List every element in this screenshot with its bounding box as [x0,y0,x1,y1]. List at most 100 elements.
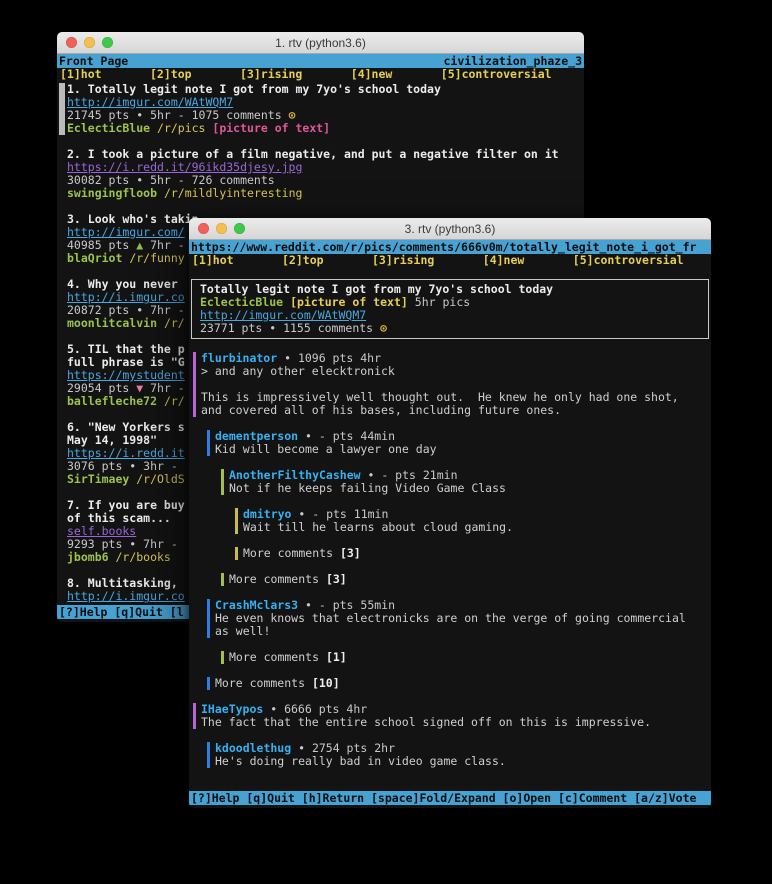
comment-body-line: He even knows that electronicks are on t… [207,612,711,625]
comment-body-line: > and any other elecktronick [193,365,711,378]
comment-author[interactable]: kdoodlethug [215,742,291,755]
post-text-link[interactable]: https://i.redd.it [67,447,185,460]
submission-author[interactable]: EclecticBlue [200,296,283,309]
post-text-link[interactable]: http://i.imgur.co [67,291,185,304]
window3-titlebar[interactable]: 3. rtv (python3.6) [189,218,711,240]
sort-tabs[interactable]: [1]hot [2]top [3]rising [4]new [5]contro… [189,254,711,267]
post-author[interactable]: moonlitcalvin [67,317,157,330]
submission-box[interactable]: Totally legit note I got from my 7yo's s… [191,279,709,339]
subreddit-link[interactable]: /r/mildlyinteresting [157,187,302,200]
subreddit-link[interactable]: /r/books [109,551,171,564]
subreddit-link[interactable]: /r/ [157,395,185,408]
post-author[interactable]: SirTimaey [67,473,129,486]
post-text-meta: 20872 pts • 7hr - [67,304,192,317]
post-tagline[interactable]: EclecticBlue /r/pics [picture of text] [57,122,584,135]
submission-link[interactable]: http://imgur.com/WAtWQM7 [200,309,366,322]
post-author[interactable]: swingingfloob [67,187,157,200]
comment-author[interactable]: dementperson [215,430,298,443]
comment-author[interactable]: flurbinator [201,352,277,365]
window3-title: 3. rtv (python3.6) [405,222,496,236]
spacer [189,534,711,547]
comment-body-line: This is impressively well thought out. H… [193,391,711,404]
post-text-title: 1. Totally legit note I got from my 7yo'… [67,83,441,96]
spacer [189,417,711,430]
comment-meta: • - pts 44min [298,430,395,443]
post-author[interactable]: blaQriot [67,252,122,265]
post-author[interactable]: jbomb6 [67,551,109,564]
comment-header[interactable]: kdoodlethug • 2754 pts 2hr [207,742,711,755]
comment-body-line: Wait till he learns about cloud gaming. [235,521,711,534]
comment-author[interactable]: IHaeTypos [201,703,263,716]
subreddit-link[interactable]: /r/OldS [129,473,184,486]
more-comments[interactable]: More comments [10] [207,677,711,690]
more-comments[interactable]: More comments [1] [221,651,711,664]
subreddit-link[interactable]: /r/pics [150,122,212,135]
traffic-lights [198,223,245,234]
spacer [189,768,711,781]
terminal-screen-comments[interactable]: https://www.reddit.com/r/pics/comments/6… [189,240,711,808]
traffic-lights [66,37,113,48]
window1-title: 1. rtv (python3.6) [275,36,366,50]
minimize-button[interactable] [84,37,95,48]
post-author[interactable]: ballefleche72 [67,395,157,408]
post-text-link[interactable]: http://i.imgur.co [67,590,185,603]
comment-author[interactable]: dmitryo [243,508,291,521]
subreddit-link[interactable]: /r/ [157,317,185,330]
post-meta[interactable]: 21745 pts • 5hr - 1075 comments ⊙ [57,109,584,122]
submission-stats-line: 23771 pts • 1155 comments⊙ [192,322,708,335]
spacer [189,729,711,742]
sort-tabs[interactable]: [1]hot [2]top [3]rising [4]new [5]contro… [57,68,584,81]
post-text-title: 6. "New Yorkers s [67,421,185,434]
terminal-window-comments[interactable]: 3. rtv (python3.6) https://www.reddit.co… [189,218,711,808]
post-link[interactable]: https://i.redd.it/96ikd35djesy.jpg [57,161,584,174]
post-text-title: 3. Look who's takin [67,213,199,226]
post-text-vlink[interactable]: self.books [67,525,136,538]
post-text-link[interactable]: http://imgur.com/ [67,226,185,239]
comment-meta: • 2754 pts 2hr [291,742,395,755]
post-text-title: full phrase is "G [67,356,185,369]
post-meta[interactable]: 30082 pts • 5hr - 726 comments [57,174,584,187]
spacer [189,638,711,651]
comment-body-line: as well! [207,625,711,638]
more-comments-label: More comments [243,547,333,560]
spacer [57,135,584,148]
post-text-link[interactable]: http://imgur.com/WAtWQM7 [67,96,233,109]
spacer [189,456,711,469]
post-text-meta: 7hr - [143,382,185,395]
comment-header[interactable]: IHaeTypos • 6666 pts 4hr [193,703,711,716]
comment-header[interactable]: dmitryo • - pts 11min [235,508,711,521]
submission-url-bar: https://www.reddit.com/r/pics/comments/6… [189,240,711,254]
comment-body-line [193,378,711,391]
comment-body-line: The fact that the entire school signed o… [193,716,711,729]
minimize-button[interactable] [216,223,227,234]
post-text-title: of this scam... [67,512,171,525]
post-tagline[interactable]: swingingfloob /r/mildlyinteresting [57,187,584,200]
zoom-button[interactable] [234,223,245,234]
post-title[interactable]: 2. I took a picture of a film negative, … [57,148,584,161]
post-link[interactable]: http://imgur.com/WAtWQM7 [57,96,584,109]
post-title[interactable]: 1. Totally legit note I got from my 7yo'… [57,83,584,96]
post-text-title: May 14, 1998" [67,434,157,447]
subreddit-link[interactable]: /r/funny [122,252,184,265]
close-button[interactable] [198,223,209,234]
submission-byline: EclecticBlue[picture of text]5hr pics [192,296,708,309]
zoom-button[interactable] [102,37,113,48]
comment-meta: • 6666 pts 4hr [263,703,367,716]
window1-titlebar[interactable]: 1. rtv (python3.6) [57,32,584,54]
more-comments-count: [10] [305,677,340,690]
post-text-meta: 40985 pts [67,239,136,252]
comment-author[interactable]: AnotherFilthyCashew [229,469,361,482]
post-author[interactable]: EclecticBlue [67,122,150,135]
more-comments[interactable]: More comments [3] [235,547,711,560]
comment-header[interactable]: CrashMclars3 • - pts 55min [207,599,711,612]
post-text-link[interactable]: https://mystudent [67,369,185,382]
comment-author[interactable]: CrashMclars3 [215,599,298,612]
post-text-vlink[interactable]: https://i.redd.it/96ikd35djesy.jpg [67,161,302,174]
comment-header[interactable]: AnotherFilthyCashew • - pts 21min [221,469,711,482]
post-text-meta: 21745 pts • 5hr - 1075 comments [67,109,289,122]
more-comments[interactable]: More comments [3] [221,573,711,586]
gilded-icon: ⊙ [289,109,296,122]
close-button[interactable] [66,37,77,48]
comment-header[interactable]: dementperson • - pts 44min [207,430,711,443]
comment-header[interactable]: flurbinator • 1096 pts 4hr [193,352,711,365]
